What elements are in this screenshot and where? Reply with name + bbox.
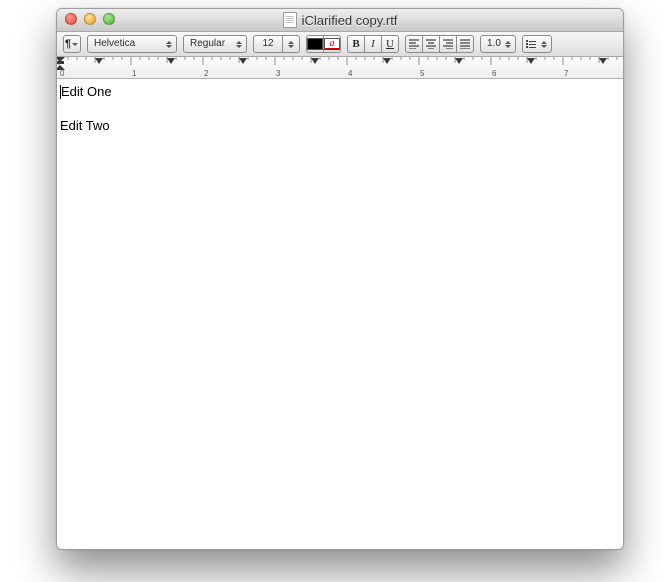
text-stroke-color[interactable]: a <box>323 35 341 53</box>
font-family-label: Helvetica <box>91 37 138 51</box>
tab-stop-marker[interactable] <box>599 58 607 64</box>
italic-button[interactable]: I <box>364 35 381 53</box>
font-size-stepper[interactable] <box>282 35 300 53</box>
font-style-select[interactable]: Regular <box>183 35 247 53</box>
zoom-button[interactable] <box>103 13 115 25</box>
minimize-button[interactable] <box>84 13 96 25</box>
underline-button[interactable]: U <box>381 35 399 53</box>
text-line: Edit One <box>57 83 623 100</box>
font-size-field[interactable]: 12 <box>253 35 282 53</box>
text-line: Edit Two <box>57 117 623 134</box>
underline-icon: U <box>386 37 394 51</box>
window-controls <box>65 13 115 25</box>
paragraph-style-menu[interactable]: ¶ <box>63 35 81 53</box>
align-justify-button[interactable] <box>456 35 474 53</box>
italic-icon: I <box>371 37 375 51</box>
tab-stop-marker[interactable] <box>383 58 391 64</box>
font-size-group: 12 <box>253 35 300 53</box>
stepper-icon <box>287 41 295 48</box>
stepper-icon <box>504 41 512 48</box>
bold-button[interactable]: B <box>347 35 364 53</box>
text-content: Edit Two <box>60 118 110 133</box>
window-title: iClarified copy.rtf <box>57 12 623 28</box>
tab-stop-marker[interactable] <box>95 58 103 64</box>
list-style-select[interactable] <box>522 35 552 53</box>
text-line <box>57 100 623 117</box>
line-spacing-select[interactable]: 1.0 <box>480 35 516 53</box>
align-justify-icon <box>459 39 471 49</box>
ruler-number: 4 <box>348 69 352 78</box>
stroke-swatch-icon: a <box>324 38 340 50</box>
ruler-number: 6 <box>492 69 496 78</box>
fill-swatch-icon <box>307 38 323 50</box>
line-spacing-label: 1.0 <box>484 37 504 51</box>
tab-stop-marker[interactable] <box>455 58 463 64</box>
ruler[interactable]: 0 1 2 3 4 5 6 7 <box>57 57 623 79</box>
close-button[interactable] <box>65 13 77 25</box>
chevron-down-icon <box>71 43 79 46</box>
stepper-icon <box>165 41 173 48</box>
ruler-numbers: 0 1 2 3 4 5 6 7 <box>57 69 623 78</box>
tab-stop-marker[interactable] <box>527 58 535 64</box>
align-left-icon <box>408 39 420 49</box>
window-title-text: iClarified copy.rtf <box>302 13 398 28</box>
align-right-button[interactable] <box>439 35 456 53</box>
font-family-select[interactable]: Helvetica <box>87 35 177 53</box>
document-body[interactable]: Edit One Edit Two <box>57 79 623 549</box>
stepper-icon <box>540 41 548 48</box>
font-size-value: 12 <box>262 37 273 51</box>
align-left-button[interactable] <box>405 35 422 53</box>
tab-stop-marker[interactable] <box>167 58 175 64</box>
tab-stop-marker[interactable] <box>311 58 319 64</box>
document-icon <box>283 12 297 28</box>
align-center-button[interactable] <box>422 35 439 53</box>
indent-bar-icon <box>57 61 64 64</box>
titlebar[interactable]: iClarified copy.rtf <box>57 9 623 32</box>
align-right-icon <box>442 39 454 49</box>
stepper-icon <box>235 41 243 48</box>
text-fill-color[interactable] <box>306 35 323 53</box>
alignment-group <box>405 35 474 53</box>
ruler-number: 5 <box>420 69 424 78</box>
bold-icon: B <box>352 37 359 51</box>
text-editor-window: iClarified copy.rtf ¶ Helvetica Regular … <box>56 8 624 550</box>
ruler-number: 1 <box>132 69 136 78</box>
format-toolbar: ¶ Helvetica Regular 12 <box>57 32 623 57</box>
align-center-icon <box>425 39 437 49</box>
ruler-number: 7 <box>564 69 568 78</box>
color-group: a <box>306 35 341 53</box>
font-style-label: Regular <box>187 37 228 51</box>
ruler-number: 2 <box>204 69 208 78</box>
text-style-group: B I U <box>347 35 399 53</box>
ruler-number: 0 <box>60 69 64 78</box>
ruler-number: 3 <box>276 69 280 78</box>
tab-stop-marker[interactable] <box>239 58 247 64</box>
tab-stops <box>57 58 623 66</box>
list-icon <box>526 40 536 48</box>
text-content: Edit One <box>61 84 112 99</box>
